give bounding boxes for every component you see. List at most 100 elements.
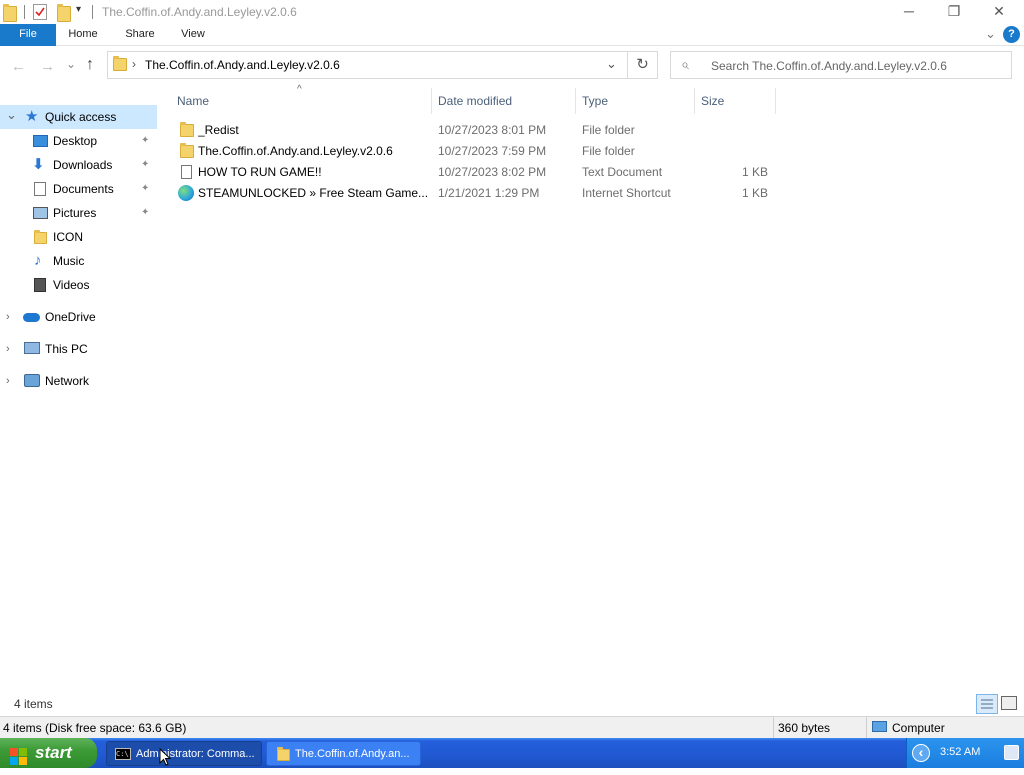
cloud-icon xyxy=(23,313,40,322)
customize-qat-chevron-icon[interactable]: ▾ xyxy=(76,4,81,15)
file-date: 10/27/2023 8:02 PM xyxy=(438,165,547,179)
computer-icon xyxy=(872,721,887,732)
file-size: 1 KB xyxy=(741,165,768,179)
file-row[interactable]: STEAMUNLOCKED » Free Steam Game... 1/21/… xyxy=(172,183,776,204)
sidebar-item-label: This PC xyxy=(45,342,88,356)
file-row[interactable]: _Redist 10/27/2023 8:01 PM File folder xyxy=(172,120,776,141)
column-header-type[interactable]: Type xyxy=(576,88,695,114)
help-icon[interactable]: ? xyxy=(1003,26,1020,43)
task-label: The.Coffin.of.Andy.an... xyxy=(295,748,410,760)
mouse-cursor-icon xyxy=(159,747,172,766)
forward-button[interactable]: → xyxy=(40,58,55,75)
sidebar-item-network[interactable]: › Network xyxy=(0,369,157,393)
sidebar-item-label: Desktop xyxy=(53,134,98,148)
sidebar-item-onedrive[interactable]: › OneDrive xyxy=(0,305,157,329)
close-button[interactable]: ✕ xyxy=(976,0,1022,24)
cmd-icon: C:\ xyxy=(115,748,131,760)
restore-button[interactable]: ❐ xyxy=(931,0,977,24)
pin-icon: ✦ xyxy=(141,207,150,218)
disk-space-info: 4 items (Disk free space: 63.6 GB) xyxy=(3,721,187,735)
folder-icon xyxy=(277,747,290,761)
location-label: Computer xyxy=(892,721,945,735)
collapsed-chevron-icon[interactable]: › xyxy=(6,337,10,361)
divider xyxy=(92,5,93,19)
file-type: Text Document xyxy=(582,165,663,179)
file-name: STEAMUNLOCKED » Free Steam Game... xyxy=(198,186,429,200)
sidebar-item-label: Pictures xyxy=(53,206,97,220)
new-folder-icon[interactable] xyxy=(57,4,71,22)
sidebar-item-music[interactable]: ♪ Music xyxy=(0,249,157,273)
column-header-date[interactable]: Date modified xyxy=(432,88,576,114)
folder-icon xyxy=(3,4,17,22)
show-hidden-icons-button[interactable]: ‹ xyxy=(912,744,930,762)
tab-home[interactable]: Home xyxy=(60,24,106,46)
back-button[interactable]: ← xyxy=(11,58,26,75)
large-icons-view-icon[interactable] xyxy=(1001,696,1017,710)
collapsed-chevron-icon[interactable]: › xyxy=(6,369,10,393)
status-bar: 4 items xyxy=(0,692,1024,716)
taskbar-button-command-prompt[interactable]: C:\ Administrator: Comma... xyxy=(106,741,262,766)
recent-locations-icon[interactable]: ⌄ xyxy=(66,57,76,71)
sidebar-item-downloads[interactable]: ⬇ Downloads ✦ xyxy=(0,153,157,177)
clock[interactable]: 3:52 AM xyxy=(940,746,980,758)
sidebar-item-label: Downloads xyxy=(53,158,113,172)
start-button[interactable]: start xyxy=(0,738,97,768)
pin-icon: ✦ xyxy=(141,159,150,170)
details-status-bar: 4 items (Disk free space: 63.6 GB) 360 b… xyxy=(0,716,1024,738)
sidebar-item-icon-folder[interactable]: ICON xyxy=(0,225,157,249)
sidebar-item-videos[interactable]: Videos xyxy=(0,273,157,297)
refresh-button[interactable]: ↻ xyxy=(628,51,658,79)
collapsed-chevron-icon[interactable]: › xyxy=(6,305,10,329)
file-size: 1 KB xyxy=(741,186,768,200)
sidebar-item-label: Documents xyxy=(53,182,114,196)
sidebar-item-label: Quick access xyxy=(45,110,117,124)
breadcrumb-path[interactable]: The.Coffin.of.Andy.and.Leyley.v2.0.6 xyxy=(145,58,340,72)
videos-icon xyxy=(34,278,46,292)
sidebar-item-label: Videos xyxy=(53,278,90,292)
pictures-icon xyxy=(33,207,48,219)
taskbar-button-explorer[interactable]: The.Coffin.of.Andy.an... xyxy=(266,741,421,766)
sidebar-item-label: Network xyxy=(45,374,90,388)
sidebar-item-documents[interactable]: Documents ✦ xyxy=(0,177,157,201)
sidebar-item-pictures[interactable]: Pictures ✦ xyxy=(0,201,157,225)
sidebar-item-this-pc[interactable]: › This PC xyxy=(0,337,157,361)
file-date: 1/21/2021 1:29 PM xyxy=(438,186,540,200)
tab-view[interactable]: View xyxy=(172,24,214,46)
file-type: File folder xyxy=(582,123,635,137)
address-dropdown-icon[interactable]: ⌄ xyxy=(606,56,617,72)
folder-icon xyxy=(34,230,47,244)
expanded-chevron-icon[interactable]: ⌄ xyxy=(6,103,17,127)
ribbon-tabs: File Home Share View ⌄ ? xyxy=(0,24,1024,46)
sidebar-item-label: Music xyxy=(53,254,85,268)
expand-ribbon-icon[interactable]: ⌄ xyxy=(985,26,996,42)
address-bar[interactable]: › The.Coffin.of.Andy.and.Leyley.v2.0.6 ⌄ xyxy=(107,51,628,79)
properties-icon[interactable] xyxy=(33,4,47,20)
column-header-name[interactable]: Name xyxy=(171,88,432,114)
divider xyxy=(24,5,25,19)
file-name: HOW TO RUN GAME!! xyxy=(198,165,322,179)
tab-share[interactable]: Share xyxy=(117,24,163,46)
folder-icon xyxy=(180,122,194,137)
pin-icon: ✦ xyxy=(141,135,150,146)
network-icon xyxy=(24,374,40,387)
navigation-bar: ← → ⌄ ↑ › The.Coffin.of.Andy.and.Leyley.… xyxy=(0,46,1024,88)
minimize-button[interactable]: ─ xyxy=(886,0,932,24)
sidebar-item-desktop[interactable]: Desktop ✦ xyxy=(0,129,157,153)
search-input[interactable]: Search The.Coffin.of.Andy.and.Leyley.v2.… xyxy=(711,59,947,73)
windows-logo-icon xyxy=(10,745,27,765)
item-count: 4 items xyxy=(14,697,53,711)
search-box[interactable]: ⌕ Search The.Coffin.of.Andy.and.Leyley.v… xyxy=(670,51,1012,79)
tab-file[interactable]: File xyxy=(0,24,56,46)
file-row[interactable]: HOW TO RUN GAME!! 10/27/2023 8:02 PM Tex… xyxy=(172,162,776,183)
up-button[interactable]: ↑ xyxy=(86,56,94,74)
text-file-icon xyxy=(181,165,192,179)
file-row[interactable]: The.Coffin.of.Andy.and.Leyley.v2.0.6 10/… xyxy=(172,141,776,162)
window-title: The.Coffin.of.Andy.and.Leyley.v2.0.6 xyxy=(102,5,297,19)
sidebar-item-label: ICON xyxy=(53,230,83,244)
details-view-icon[interactable] xyxy=(976,694,998,714)
sidebar-item-quick-access[interactable]: ⌄ ★ Quick access xyxy=(0,105,157,129)
tray-app-icon[interactable] xyxy=(1004,745,1019,760)
folder-icon xyxy=(113,56,127,71)
column-header-size[interactable]: Size xyxy=(695,88,776,114)
selection-size: 360 bytes xyxy=(778,721,831,735)
